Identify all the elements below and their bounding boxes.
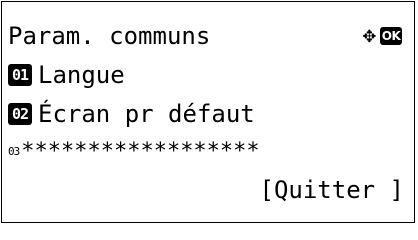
lcd-screen: Param. communs ✥ OK 01 Langue 02 Écran p… <box>1 1 415 223</box>
item-number-badge: 01 <box>8 64 32 86</box>
title-row: Param. communs ✥ OK <box>8 19 408 53</box>
masked-row-text: ****************** <box>21 139 260 164</box>
item-number-badge: 02 <box>8 103 32 125</box>
softkey-row: [Quitter ] <box>8 173 408 207</box>
screen-title: Param. communs <box>8 22 211 50</box>
navigation-indicator: ✥ OK <box>363 25 402 47</box>
ok-icon: OK <box>380 27 402 45</box>
menu-item-ecran-pr-defaut[interactable]: 02 Écran pr défaut <box>8 97 408 131</box>
item-number-hint: 03 <box>8 145 20 158</box>
menu-item-label: Écran pr défaut <box>38 100 255 128</box>
up-down-left-right-arrows-icon: ✥ <box>362 23 376 48</box>
menu-item-langue[interactable]: 01 Langue <box>8 58 408 92</box>
quit-softkey-button[interactable]: [Quitter ] <box>260 173 405 207</box>
partially-scrolled-row: 03 ****************** <box>8 135 408 169</box>
menu-item-label: Langue <box>38 61 125 89</box>
